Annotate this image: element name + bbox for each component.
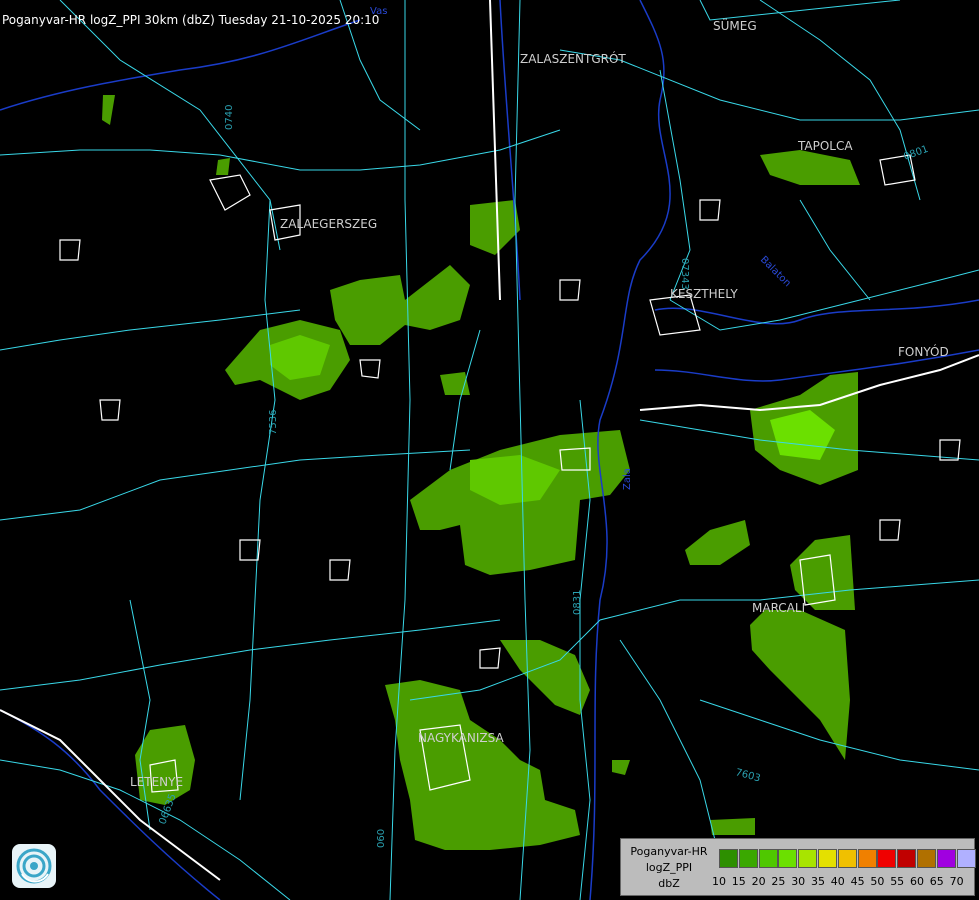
town-label: ZALAEGERSZEG bbox=[280, 217, 377, 231]
reflectivity-legend: Poganyvar-HR logZ_PPI dbZ 10 15 20 25 30 35 40… bbox=[620, 838, 976, 896]
road-number: 0831 bbox=[572, 590, 583, 615]
town-label: TAPOLCA bbox=[797, 139, 853, 153]
lake-label: Balaton bbox=[758, 254, 793, 289]
legend-swatch bbox=[936, 849, 956, 868]
settlement bbox=[649, 294, 701, 336]
river-west bbox=[0, 19, 361, 111]
echo-zone bbox=[102, 95, 115, 125]
echo-zone bbox=[790, 535, 855, 610]
settlement bbox=[559, 279, 581, 301]
settlement bbox=[99, 399, 121, 421]
echo-zone bbox=[385, 680, 580, 850]
legend-tick-label: 10 bbox=[712, 875, 726, 888]
town-label: MARCALI bbox=[752, 601, 805, 615]
legend-tick-label: 35 bbox=[811, 875, 825, 888]
road bbox=[619, 639, 721, 861]
settlement bbox=[59, 239, 81, 261]
legend-tick-label: 55 bbox=[890, 875, 905, 888]
road-number: 060 bbox=[376, 829, 387, 848]
settlement bbox=[699, 199, 721, 221]
legend-swatch bbox=[917, 849, 936, 868]
legend-tick-label: 65 bbox=[929, 875, 944, 888]
road bbox=[799, 199, 871, 301]
legend-tick-label: 60 bbox=[910, 875, 924, 888]
road bbox=[59, 0, 281, 251]
settlement bbox=[359, 359, 381, 379]
settlement bbox=[329, 559, 351, 581]
legend-line: logZ_PPI bbox=[645, 861, 693, 874]
radar-map: SÜMEG ZALASZENTGRÓT TAPOLCA ZALAEGERSZEG… bbox=[0, 0, 979, 900]
town-label: NAGYKANIZSA bbox=[418, 731, 504, 745]
settlement bbox=[209, 174, 251, 211]
legend-label: Poganyvar-HR logZ_PPI dbZ bbox=[621, 844, 717, 892]
road-number: 7536 bbox=[268, 410, 279, 435]
river-center bbox=[499, 0, 521, 301]
legend-tick-label: 30 bbox=[791, 875, 806, 888]
legend-tick-label: 45 bbox=[850, 875, 865, 888]
legend-swatch bbox=[897, 849, 917, 868]
echo-zone bbox=[612, 760, 630, 775]
legend-tick-label: 50 bbox=[870, 875, 885, 888]
road bbox=[0, 449, 471, 521]
road bbox=[0, 619, 501, 691]
legend-line: dbZ bbox=[658, 877, 680, 890]
legend-swatch bbox=[798, 849, 818, 868]
road-number: 7603 bbox=[734, 767, 761, 784]
road bbox=[699, 0, 901, 21]
road-number: 0801 bbox=[902, 144, 930, 163]
road bbox=[239, 199, 276, 801]
settlement bbox=[879, 519, 901, 541]
road-number: 0740 bbox=[224, 105, 235, 130]
town-label: FONYÓD bbox=[898, 344, 949, 359]
legend-swatch bbox=[956, 849, 976, 868]
road-number: 07343 bbox=[679, 258, 690, 290]
legend-swatch bbox=[738, 849, 758, 868]
legend-tick-label: 40 bbox=[830, 875, 845, 888]
legend-swatch bbox=[778, 849, 798, 868]
legend-swatch bbox=[857, 849, 877, 868]
radar-service-logo bbox=[12, 844, 56, 888]
echo-zone bbox=[470, 200, 520, 255]
legend-tick-label: 70 bbox=[949, 875, 964, 888]
echo-zone bbox=[685, 520, 750, 565]
town-label: ZALASZENTGRÓT bbox=[520, 51, 626, 66]
legend-tick-label: 20 bbox=[751, 875, 766, 888]
legend-swatch bbox=[758, 849, 778, 868]
road bbox=[0, 129, 561, 171]
legend-swatch bbox=[818, 849, 837, 868]
echo-zone bbox=[216, 158, 230, 175]
legend-swatch bbox=[719, 849, 738, 868]
legend-swatch bbox=[877, 849, 897, 868]
echo-zone bbox=[760, 150, 860, 185]
settlement bbox=[479, 647, 501, 669]
legend-swatch bbox=[837, 849, 857, 868]
echo-zone bbox=[440, 372, 470, 395]
echo-zone bbox=[330, 265, 470, 345]
echo-zone bbox=[750, 610, 850, 760]
legend-line: Poganyvar-HR bbox=[630, 845, 708, 858]
echo-zone bbox=[710, 818, 755, 835]
river-label: Zala bbox=[622, 468, 633, 490]
map-title: Poganyvar-HR logZ_PPI 30km (dbZ) Tuesday… bbox=[2, 13, 380, 27]
road bbox=[409, 579, 979, 701]
legend-tick-label: 25 bbox=[771, 875, 786, 888]
legend-tick-label: 15 bbox=[731, 875, 746, 888]
town-label: SÜMEG bbox=[713, 17, 757, 33]
town-label: LETENYE bbox=[130, 775, 183, 789]
road bbox=[449, 329, 481, 471]
